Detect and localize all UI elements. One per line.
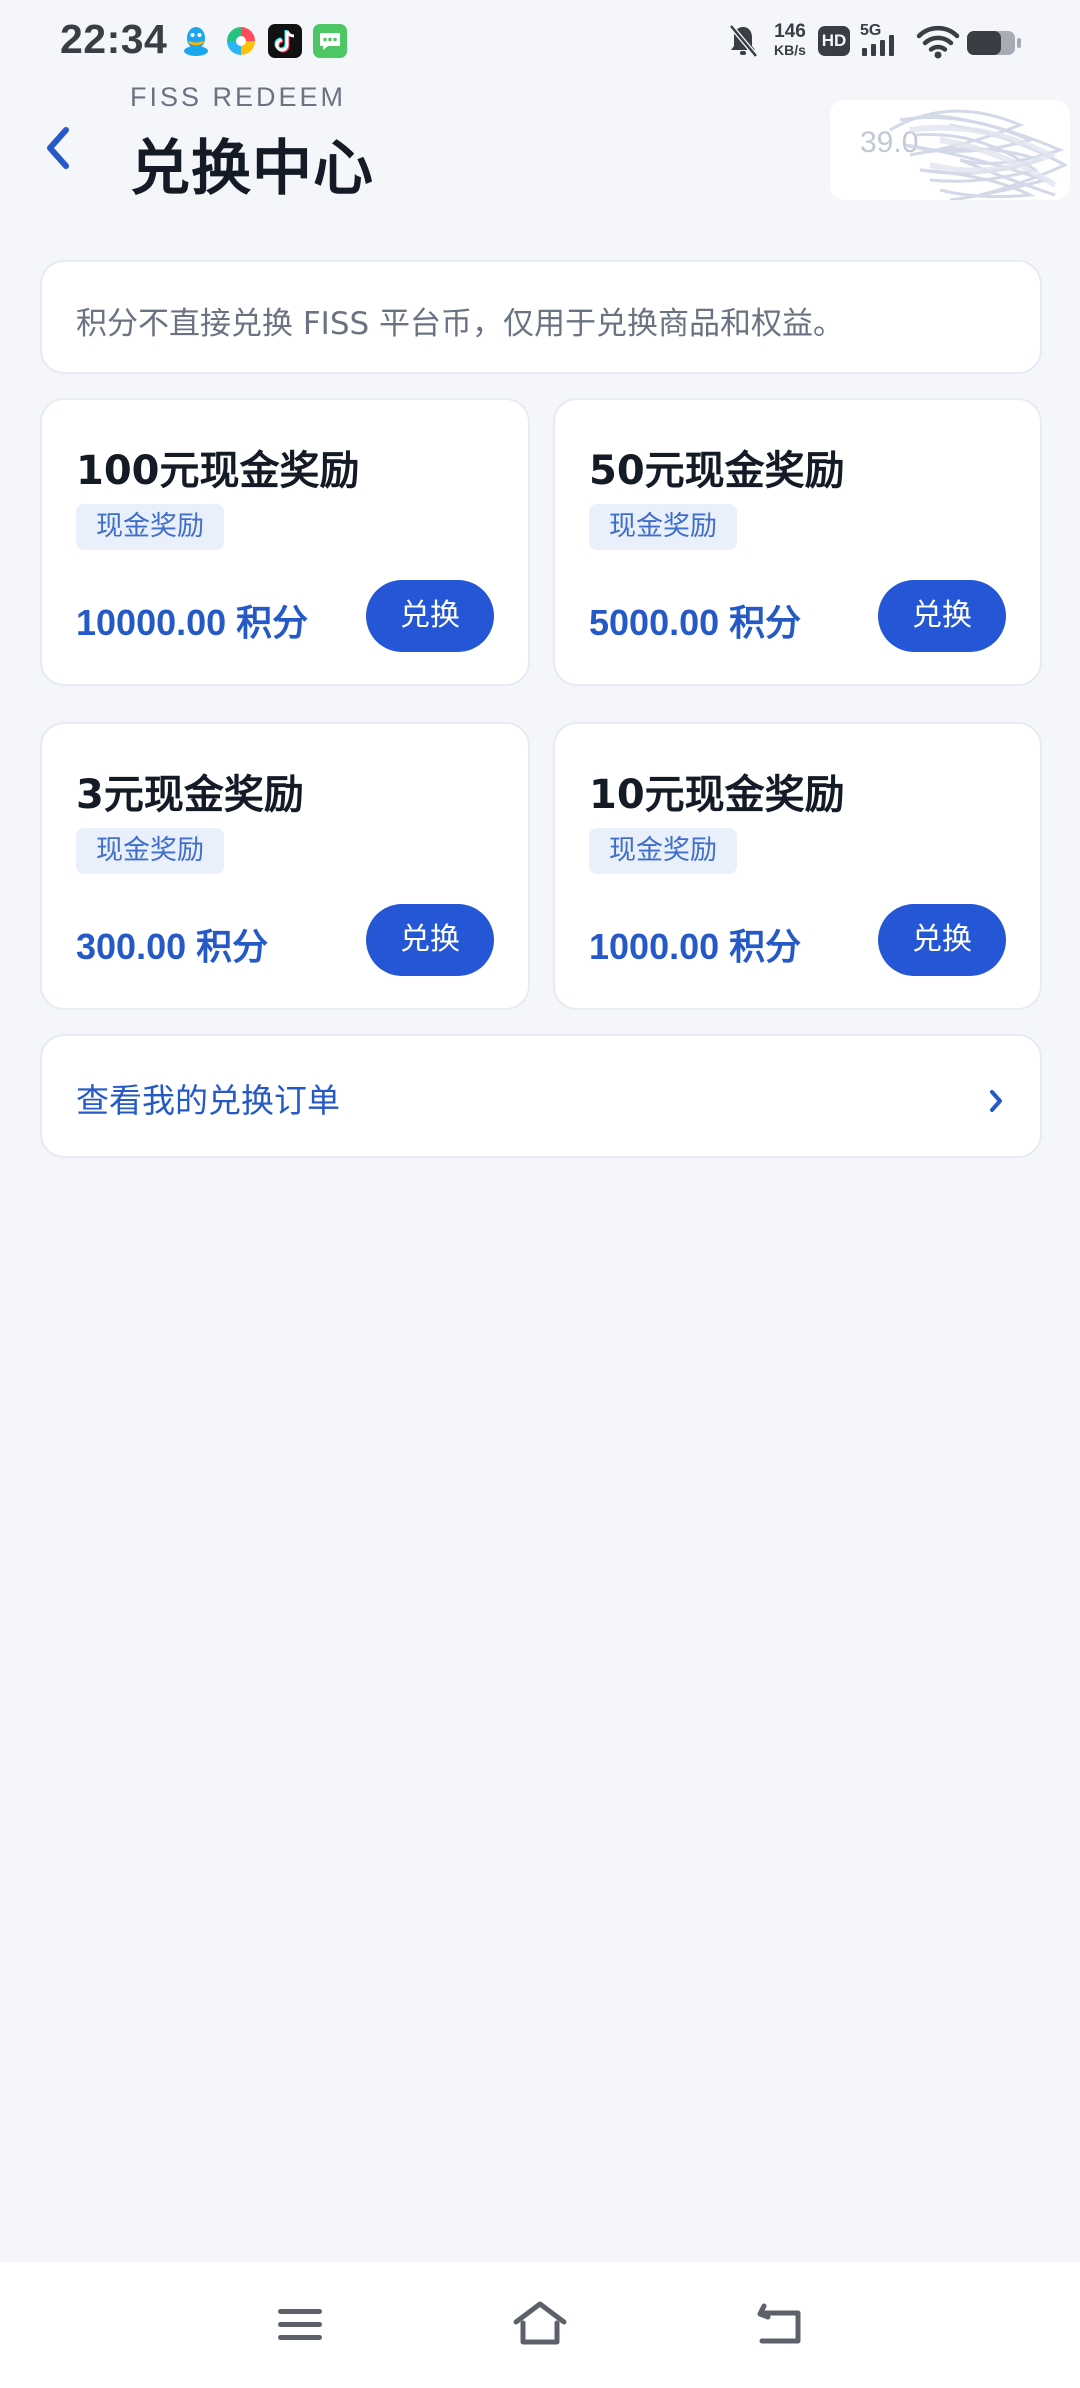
- home-button[interactable]: [508, 2292, 572, 2356]
- reward-card-50: 50元现金奖励 现金奖励 5000.00 积分 兑换: [553, 398, 1042, 686]
- wifi-icon: [916, 18, 960, 66]
- redaction-scribble: [889, 109, 1069, 200]
- chevron-right-icon: [986, 1084, 1006, 1118]
- reward-points: 10000.00 积分: [76, 594, 308, 646]
- reward-points-value: 10000.00: [76, 602, 227, 643]
- system-nav-bar: [0, 2262, 1080, 2388]
- network-speed-value: 146: [774, 21, 806, 42]
- back-nav-button[interactable]: [748, 2292, 812, 2356]
- network-speed-unit: KB/s: [774, 42, 806, 58]
- redeem-button[interactable]: 兑换: [366, 580, 494, 652]
- reward-points-value: 1000.00: [589, 926, 720, 967]
- reward-title: 3元现金奖励: [76, 772, 304, 818]
- reward-points-value: 300.00: [76, 926, 187, 967]
- status-bar: 22:34 146 KB/s HD 5G: [0, 0, 1080, 84]
- chevron-left-icon: [47, 127, 69, 169]
- page-title: 兑换中心: [130, 134, 374, 204]
- my-orders-link[interactable]: 查看我的兑换订单: [40, 1034, 1042, 1158]
- reward-points-unit: 积分: [729, 603, 802, 644]
- home-icon: [513, 2301, 567, 2345]
- reward-card-3: 3元现金奖励 现金奖励 300.00 积分 兑换: [40, 722, 530, 1010]
- hd-icon: HD: [818, 26, 852, 74]
- pinwheel-app-icon: [224, 24, 258, 58]
- notice-card: 积分不直接兑换 FISS 平台币，仅用于兑换商品和权益。: [40, 260, 1042, 374]
- points-balance-card: 39.0: [830, 100, 1070, 200]
- reward-title: 100元现金奖励: [76, 448, 360, 494]
- notice-text: 积分不直接兑换 FISS 平台币，仅用于兑换商品和权益。: [76, 306, 845, 342]
- back-button[interactable]: [38, 118, 78, 178]
- reward-title: 50元现金奖励: [589, 448, 845, 494]
- menu-button[interactable]: [268, 2292, 332, 2356]
- reward-tag: 现金奖励: [76, 504, 224, 550]
- reward-tag: 现金奖励: [589, 504, 737, 550]
- signal-icon: 5G: [858, 18, 906, 66]
- redeem-button[interactable]: 兑换: [878, 904, 1006, 976]
- back-arrow-icon: [757, 2303, 801, 2344]
- my-orders-label: 查看我的兑换订单: [76, 1081, 340, 1120]
- battery-icon: [966, 18, 1022, 66]
- reward-points-unit: 积分: [196, 927, 269, 968]
- reward-card-100: 100元现金奖励 现金奖励 10000.00 积分 兑换: [40, 398, 530, 686]
- hd-label: HD: [818, 26, 850, 56]
- reward-points: 5000.00 积分: [589, 594, 801, 646]
- reward-points: 1000.00 积分: [589, 918, 801, 970]
- reward-tag: 现金奖励: [589, 828, 737, 874]
- reward-title: 10元现金奖励: [589, 772, 845, 818]
- reward-tag: 现金奖励: [76, 828, 224, 874]
- network-speed: 146 KB/s: [768, 22, 812, 57]
- status-time: 22:34: [60, 16, 168, 62]
- reward-card-10: 10元现金奖励 现金奖励 1000.00 积分 兑换: [553, 722, 1042, 1010]
- redeem-button[interactable]: 兑换: [366, 904, 494, 976]
- reward-points-unit: 积分: [236, 603, 309, 644]
- mute-bell-icon: [726, 18, 760, 66]
- reward-points-unit: 积分: [729, 927, 802, 968]
- reward-points: 300.00 积分: [76, 918, 268, 970]
- messages-icon: [313, 24, 347, 58]
- reward-points-value: 5000.00: [589, 602, 720, 643]
- redeem-button[interactable]: 兑换: [878, 580, 1006, 652]
- tiktok-icon: [268, 24, 302, 58]
- qq-icon: [179, 24, 213, 58]
- redeem-center-screen: 22:34 146 KB/s HD 5G FISS REDEEM 兑换中心 39…: [0, 0, 1080, 2388]
- menu-icon: [278, 2309, 322, 2340]
- page-subtitle: FISS REDEEM: [130, 82, 347, 112]
